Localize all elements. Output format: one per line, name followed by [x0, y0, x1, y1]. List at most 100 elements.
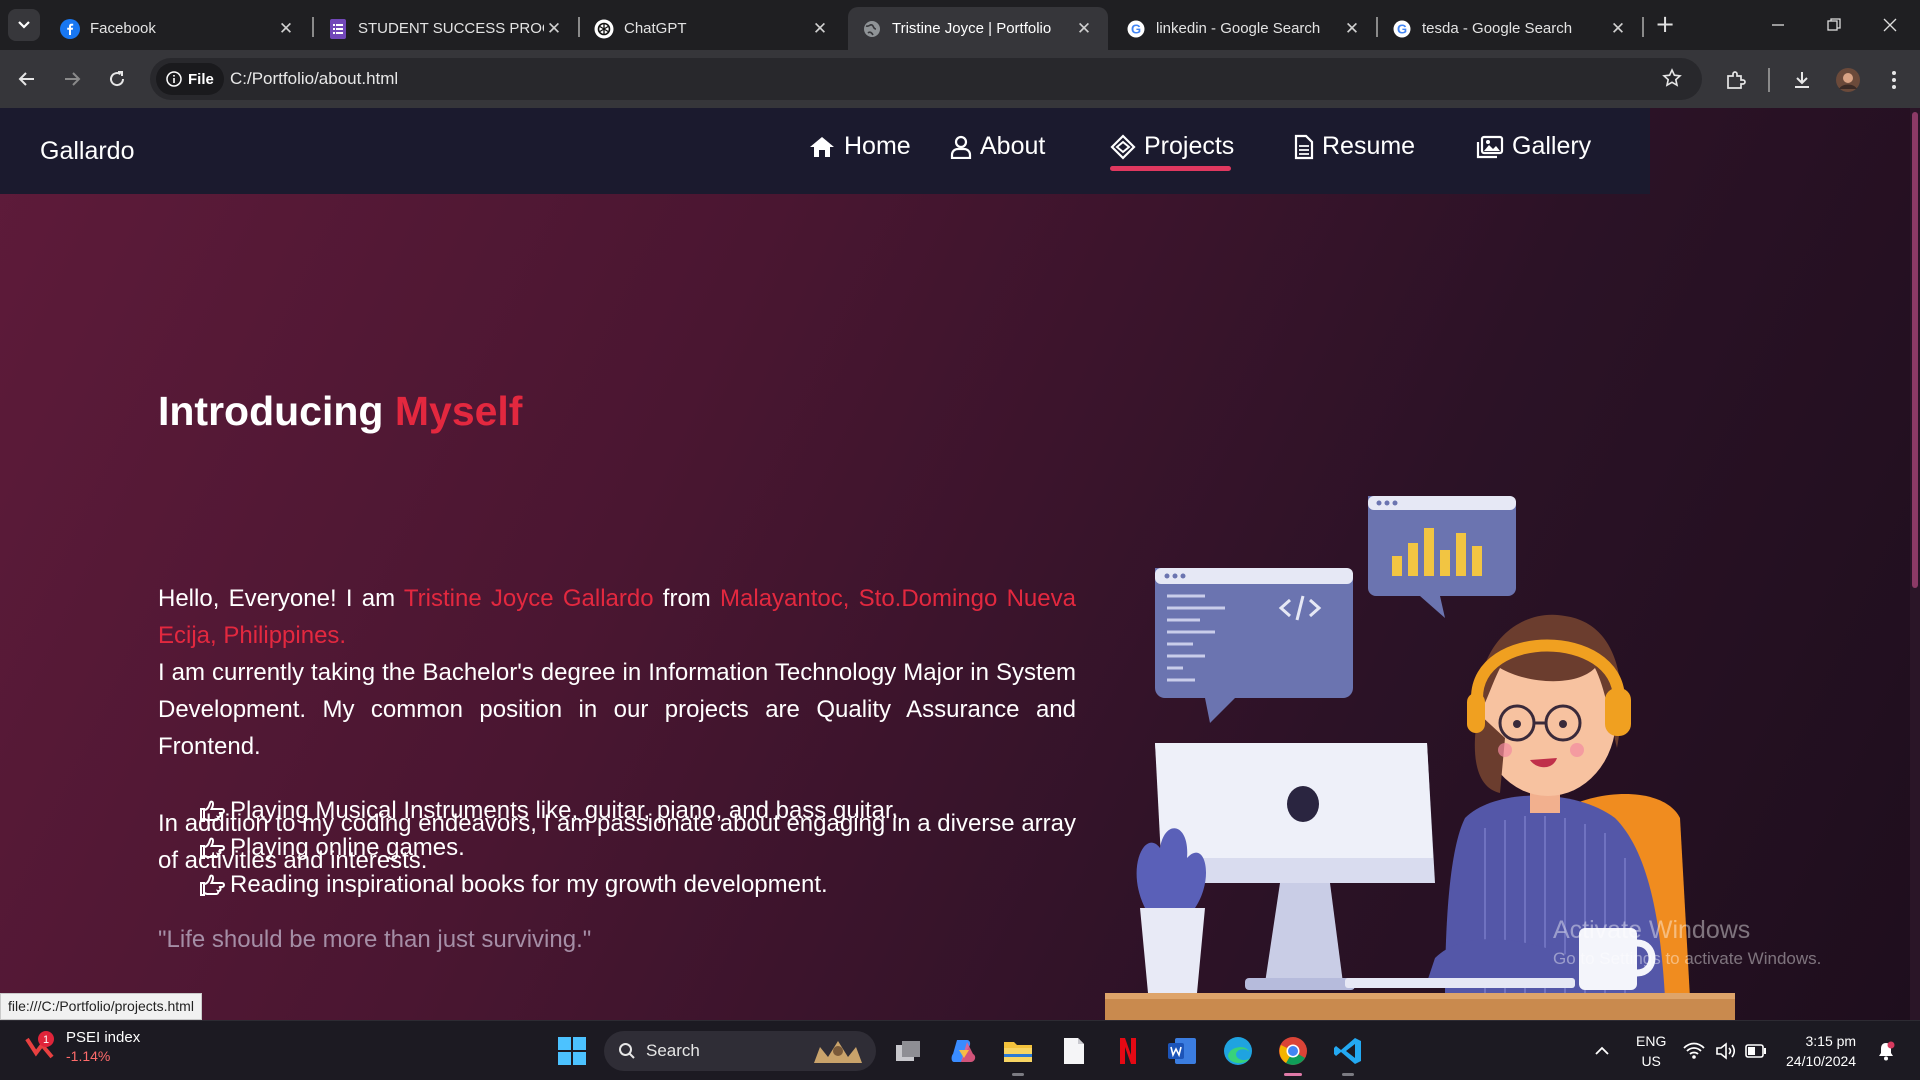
nav-resume[interactable]: Resume [1294, 132, 1415, 161]
back-button[interactable] [10, 62, 44, 96]
stock-widget[interactable]: 1 PSEI index -1.14% [24, 1029, 140, 1064]
restore-button[interactable] [1814, 10, 1854, 40]
home-icon [810, 136, 834, 157]
language-indicator[interactable]: ENG US [1636, 1031, 1666, 1071]
nav-gallery-label: Gallery [1512, 132, 1592, 160]
new-tab-button[interactable]: + [1652, 12, 1678, 38]
file-explorer-button[interactable] [1000, 1033, 1036, 1069]
globe-icon [862, 19, 882, 39]
restore-icon [1827, 18, 1841, 31]
tab-student-success[interactable]: STUDENT SUCCESS PROGR ✕ [314, 7, 578, 50]
nav-gallery[interactable]: Gallery [1476, 132, 1591, 161]
extensions-button[interactable] [1722, 66, 1750, 94]
wifi-icon [1683, 1042, 1705, 1059]
system-clock[interactable]: 3:15 pm 24/10/2024 [1786, 1031, 1856, 1071]
tab-close-button[interactable]: ✕ [810, 19, 830, 39]
file-label: File [188, 70, 214, 88]
copilot-icon [951, 1040, 976, 1062]
browser-menu-button[interactable] [1880, 66, 1908, 94]
browser-toolbar: File C:/Portfolio/about.html [0, 50, 1920, 108]
word-button[interactable] [1164, 1033, 1200, 1069]
tab-label: STUDENT SUCCESS PROGR [358, 20, 544, 37]
copilot-button[interactable] [946, 1033, 982, 1069]
downloads-button[interactable] [1788, 66, 1816, 94]
interest-text: Playing Musical Instruments like, guitar… [230, 797, 899, 824]
show-hidden-icons-button[interactable] [1584, 1033, 1620, 1069]
search-label: Search [646, 1041, 700, 1060]
tab-close-button[interactable]: ✕ [1074, 19, 1094, 39]
bell-icon [1879, 1041, 1895, 1061]
address-bar[interactable]: File C:/Portfolio/about.html [150, 58, 1702, 100]
tab-label: Facebook [90, 20, 156, 37]
chevron-up-icon [1595, 1046, 1609, 1055]
nav-home-label: Home [844, 132, 911, 160]
widget-title: PSEI index [66, 1029, 141, 1046]
battery-button[interactable] [1738, 1033, 1774, 1069]
reload-button[interactable] [100, 62, 134, 96]
nav-projects[interactable]: Projects [1110, 132, 1234, 161]
notepad-button[interactable] [1056, 1033, 1092, 1069]
about-heading: Introducing Myself [158, 388, 522, 435]
start-button[interactable] [554, 1033, 590, 1069]
tab-facebook[interactable]: Facebook ✕ [46, 7, 310, 50]
hand-pointer-icon [198, 799, 228, 823]
heading-part1: Introducing [158, 388, 395, 434]
intro-from: from [653, 585, 721, 612]
arrow-right-icon [65, 72, 81, 86]
battery-icon [1745, 1044, 1766, 1058]
download-icon [1795, 72, 1809, 88]
bar-chart-panel-icon [1368, 496, 1516, 618]
search-highlight-icon [814, 1041, 862, 1063]
widget-value: -1.14% [66, 1048, 111, 1064]
chrome-icon [1279, 1037, 1307, 1065]
minimize-button[interactable] [1758, 10, 1798, 40]
site-brand[interactable]: Gallardo [40, 137, 135, 166]
tab-close-button[interactable]: ✕ [544, 19, 564, 39]
minimize-icon [1772, 24, 1784, 26]
interest-text: Playing online games. [230, 834, 465, 861]
site-info-chip[interactable]: File [156, 63, 224, 95]
chatgpt-icon [594, 19, 614, 39]
profile-avatar[interactable] [1834, 66, 1862, 94]
nav-projects-label: Projects [1144, 132, 1235, 160]
forms-icon [328, 18, 348, 39]
life-quote: "Life should be more than just surviving… [158, 926, 592, 953]
clock-time: 3:15 pm [1805, 1033, 1857, 1049]
chrome-button[interactable] [1275, 1033, 1311, 1069]
close-window-button[interactable] [1870, 10, 1910, 40]
netflix-button[interactable] [1110, 1033, 1146, 1069]
tab-portfolio[interactable]: Tristine Joyce | Portfolio ✕ [848, 7, 1108, 50]
task-view-button[interactable] [890, 1033, 926, 1069]
tab-close-button[interactable]: ✕ [1608, 19, 1628, 39]
vscode-icon [1334, 1038, 1361, 1064]
notifications-button[interactable] [1868, 1033, 1904, 1069]
tab-label: Tristine Joyce | Portfolio [892, 20, 1052, 37]
tab-label: linkedin - Google Search [1156, 20, 1321, 37]
more-vert-icon [1892, 71, 1896, 89]
tab-close-button[interactable]: ✕ [1342, 19, 1362, 39]
tab-search-button[interactable] [8, 9, 40, 41]
cube-icon [1110, 133, 1136, 160]
vscode-button[interactable] [1330, 1033, 1366, 1069]
tab-linkedin-search[interactable]: G linkedin - Google Search ✕ [1112, 7, 1376, 50]
list-item: Playing Musical Instruments like, guitar… [198, 792, 898, 829]
page-scrollbar[interactable] [1910, 108, 1920, 1020]
bookmark-button[interactable] [1658, 64, 1686, 92]
nav-about[interactable]: About [950, 132, 1045, 161]
tab-chatgpt[interactable]: ChatGPT ✕ [580, 7, 844, 50]
svg-text:G: G [1131, 21, 1141, 36]
wifi-button[interactable] [1676, 1033, 1712, 1069]
url-text[interactable]: C:/Portfolio/about.html [230, 69, 398, 89]
intro-name: Tristine Joyce Gallardo [403, 585, 654, 612]
tab-tesda-search[interactable]: G tesda - Google Search ✕ [1378, 7, 1642, 50]
scrollbar-thumb[interactable] [1912, 112, 1918, 588]
study-text: I am currently taking the Bachelor's deg… [158, 659, 1076, 760]
nav-home[interactable]: Home [808, 132, 911, 161]
taskbar-search[interactable]: Search [604, 1031, 876, 1071]
user-icon [950, 135, 972, 159]
site-navbar: Gallardo Home About Projects Resume Gall… [0, 108, 1650, 194]
forward-button[interactable] [55, 62, 89, 96]
folder-icon [1004, 1042, 1032, 1062]
edge-button[interactable] [1220, 1033, 1256, 1069]
tab-close-button[interactable]: ✕ [276, 19, 296, 39]
